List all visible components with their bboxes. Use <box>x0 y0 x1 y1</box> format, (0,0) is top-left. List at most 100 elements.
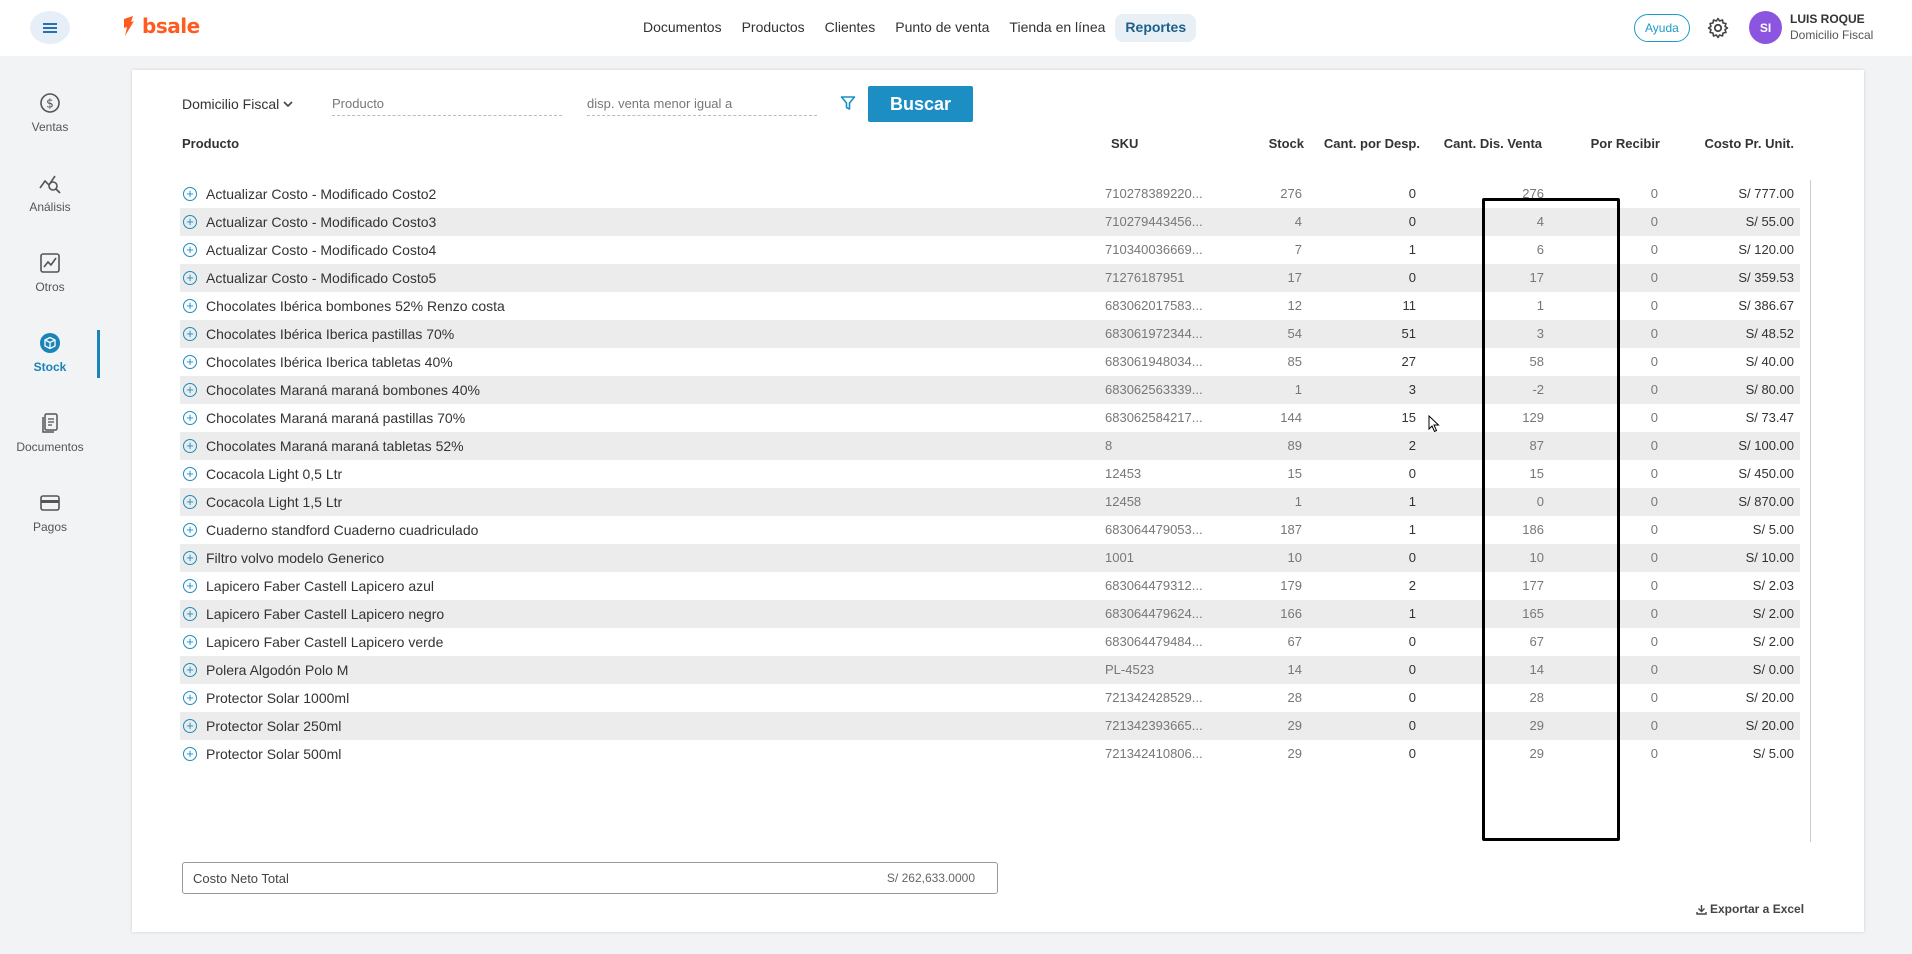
col-costo-unit[interactable]: Costo Pr. Unit. <box>1660 136 1794 151</box>
cell-stock: 10 <box>1287 550 1302 565</box>
cell-costo-unit: S/ 5.00 <box>1752 522 1794 537</box>
expand-row-icon[interactable]: + <box>183 607 197 621</box>
expand-row-icon[interactable]: + <box>183 411 197 425</box>
main-nav: Documentos Productos Clientes Punto de v… <box>633 14 1197 42</box>
expand-row-icon[interactable]: + <box>183 635 197 649</box>
box-icon <box>40 333 60 353</box>
brand-logo[interactable]: bsale <box>122 14 200 38</box>
location-dropdown[interactable]: Domicilio Fiscal <box>182 96 293 112</box>
document-icon <box>42 413 58 433</box>
cell-costo-unit: S/ 5.00 <box>1752 746 1794 761</box>
cell-sku: 1001 <box>1105 550 1134 565</box>
cell-sku: 71276187951 <box>1105 270 1185 285</box>
cell-cant-por-desp: 1 <box>1408 522 1416 537</box>
cell-costo-unit: S/ 55.00 <box>1745 214 1794 229</box>
filters-bar: Domicilio Fiscal Buscar <box>182 86 1082 122</box>
stock-report-panel: Domicilio Fiscal Buscar Producto SKU Sto… <box>132 70 1864 932</box>
cell-cant-por-desp: 0 <box>1408 214 1416 229</box>
cell-producto: Polera Algodón Polo M <box>206 662 349 678</box>
cell-sku: 710279443456... <box>1105 214 1203 229</box>
cell-costo-unit: S/ 40.00 <box>1745 354 1794 369</box>
sidebar-item-pagos[interactable]: Pagos <box>0 492 100 548</box>
expand-row-icon[interactable]: + <box>183 663 197 677</box>
cell-sku: 683061972344... <box>1105 326 1203 341</box>
cell-stock: 15 <box>1287 466 1302 481</box>
cell-costo-unit: S/ 80.00 <box>1745 382 1794 397</box>
cell-stock: 1 <box>1294 382 1302 397</box>
sidebar-item-analisis[interactable]: Análisis <box>0 172 100 228</box>
col-sku[interactable]: SKU <box>1111 136 1138 151</box>
expand-row-icon[interactable]: + <box>183 215 197 229</box>
cell-stock: 17 <box>1287 270 1302 285</box>
search-button[interactable]: Buscar <box>868 86 973 122</box>
cell-stock: 187 <box>1280 522 1302 537</box>
cell-producto: Chocolates Maraná maraná tabletas 52% <box>206 438 464 454</box>
cell-sku: 12458 <box>1105 494 1142 509</box>
disp-venta-input[interactable] <box>587 92 817 116</box>
cell-cant-por-desp: 15 <box>1401 410 1416 425</box>
cell-sku: 8 <box>1105 438 1113 453</box>
user-info[interactable]: LUIS ROQUE Domicilio Fiscal <box>1790 12 1873 42</box>
col-stock[interactable]: Stock <box>1232 136 1304 151</box>
nav-tienda-en-linea[interactable]: Tienda en línea <box>999 14 1115 42</box>
expand-row-icon[interactable]: + <box>183 299 197 313</box>
expand-row-icon[interactable]: + <box>183 495 197 509</box>
cell-cant-por-desp: 0 <box>1408 634 1416 649</box>
expand-row-icon[interactable]: + <box>183 327 197 341</box>
sidebar-item-ventas[interactable]: $ Ventas <box>0 92 100 148</box>
scrollbar[interactable] <box>1810 180 1811 842</box>
export-excel-link[interactable]: Exportar a Excel <box>1696 902 1804 916</box>
expand-row-icon[interactable]: + <box>183 271 197 285</box>
expand-row-icon[interactable]: + <box>183 439 197 453</box>
col-cant-por-desp[interactable]: Cant. por Desp. <box>1320 136 1420 151</box>
col-cant-dis-venta[interactable]: Cant. Dis. Venta <box>1426 136 1542 151</box>
sidebar-item-documentos[interactable]: Documentos <box>0 412 100 468</box>
cell-producto: Lapicero Faber Castell Lapicero negro <box>206 606 445 622</box>
expand-row-icon[interactable]: + <box>183 523 197 537</box>
sidebar-item-label: Ventas <box>31 120 69 134</box>
expand-row-icon[interactable]: + <box>183 719 197 733</box>
expand-row-icon[interactable]: + <box>183 243 197 257</box>
expand-row-icon[interactable]: + <box>183 551 197 565</box>
sidebar-item-label: Stock <box>33 360 67 374</box>
cell-sku: 683062584217... <box>1105 410 1203 425</box>
cell-cant-por-desp: 11 <box>1402 298 1417 313</box>
nav-punto-de-venta[interactable]: Punto de venta <box>885 14 999 42</box>
nav-productos[interactable]: Productos <box>732 14 815 42</box>
sidebar-item-stock[interactable]: Stock <box>0 332 100 388</box>
cell-producto: Actualizar Costo - Modificado Costo3 <box>206 214 437 230</box>
cell-costo-unit: S/ 0.00 <box>1752 662 1794 677</box>
col-por-recibir[interactable]: Por Recibir <box>1552 136 1660 151</box>
nav-reportes[interactable]: Reportes <box>1115 14 1197 42</box>
cell-cant-por-desp: 27 <box>1401 354 1416 369</box>
cell-sku: 710340036669... <box>1105 242 1203 257</box>
cell-cant-por-desp: 0 <box>1408 662 1416 677</box>
product-search-input[interactable] <box>332 92 562 116</box>
gear-icon[interactable] <box>1706 16 1730 40</box>
cell-stock: 144 <box>1280 410 1302 425</box>
nav-clientes[interactable]: Clientes <box>815 14 886 42</box>
expand-row-icon[interactable]: + <box>183 383 197 397</box>
cell-costo-unit: S/ 870.00 <box>1738 494 1794 509</box>
filter-icon[interactable] <box>840 95 856 111</box>
cell-stock: 166 <box>1280 606 1302 621</box>
col-producto[interactable]: Producto <box>182 136 239 151</box>
expand-row-icon[interactable]: + <box>183 187 197 201</box>
total-label: Costo Neto Total <box>193 871 289 886</box>
cell-costo-unit: S/ 20.00 <box>1745 718 1794 733</box>
analysis-icon <box>39 175 61 194</box>
avatar[interactable]: SI <box>1749 11 1782 44</box>
sidebar-item-otros[interactable]: Otros <box>0 252 100 308</box>
expand-row-icon[interactable]: + <box>183 355 197 369</box>
hamburger-menu-button[interactable] <box>30 11 70 44</box>
expand-row-icon[interactable]: + <box>183 747 197 761</box>
expand-row-icon[interactable]: + <box>183 467 197 481</box>
help-button[interactable]: Ayuda <box>1634 14 1690 42</box>
expand-row-icon[interactable]: + <box>183 691 197 705</box>
cell-cant-por-desp: 0 <box>1408 746 1416 761</box>
cell-costo-unit: S/ 20.00 <box>1745 690 1794 705</box>
expand-row-icon[interactable]: + <box>183 579 197 593</box>
sidebar-item-label: Análisis <box>29 200 71 214</box>
card-icon <box>40 495 60 511</box>
nav-documentos[interactable]: Documentos <box>633 14 732 42</box>
